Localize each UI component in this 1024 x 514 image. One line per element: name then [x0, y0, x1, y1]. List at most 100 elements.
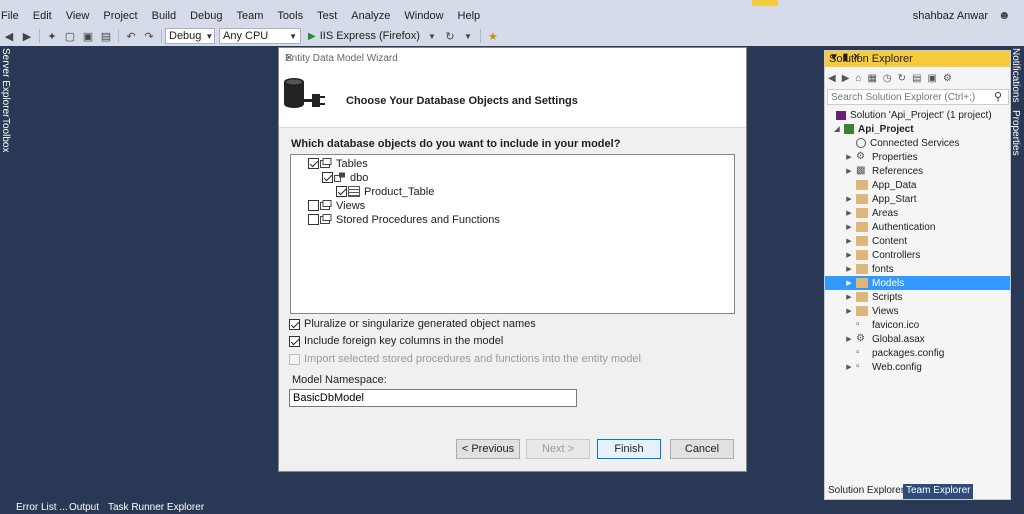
previous-button[interactable]: < Previous	[456, 439, 520, 459]
tree-item[interactable]: ▶ ▫ Web.config	[825, 360, 1010, 374]
tree-node-dbo[interactable]: dbo	[322, 171, 368, 184]
output-tab[interactable]: Output	[69, 502, 99, 513]
tree-item[interactable]: ▶ Views	[825, 304, 1010, 318]
solution-search-input[interactable]	[827, 89, 1009, 105]
redo-icon[interactable]: ↷	[140, 28, 158, 44]
collapsed-arrow-icon[interactable]: ▶	[845, 363, 853, 371]
chevron-down-icon[interactable]: ▼	[459, 28, 477, 44]
undo-icon[interactable]: ↶	[122, 28, 140, 44]
cancel-button[interactable]: Cancel	[670, 439, 734, 459]
forward-icon[interactable]: ▶	[842, 73, 850, 84]
home-icon[interactable]: ⌂	[855, 73, 861, 84]
new-project-icon[interactable]: ✦	[43, 28, 61, 44]
switch-views-icon[interactable]: ▦	[867, 73, 876, 84]
properties-icon[interactable]: ⚙	[943, 73, 952, 84]
open-folder-icon[interactable]: ▢	[61, 28, 79, 44]
collapsed-arrow-icon[interactable]: ▶	[845, 265, 853, 273]
chevron-down-icon[interactable]: ▼	[423, 28, 441, 44]
server-explorer-tab[interactable]: Server Explorer	[0, 48, 11, 117]
notifications-tab[interactable]: Notifications	[1010, 48, 1021, 102]
platform-dropdown[interactable]: Any CPU ▼	[219, 28, 301, 44]
menu-analyze[interactable]: Analyze	[344, 10, 397, 22]
team-explorer-tab[interactable]: Team Explorer	[903, 484, 974, 499]
collapsed-arrow-icon[interactable]: ▶	[845, 167, 853, 175]
tree-item[interactable]: ▶ Content	[825, 234, 1010, 248]
user-account-icon[interactable]: ☻	[998, 8, 1014, 24]
error-list-tab[interactable]: Error List ...	[16, 502, 68, 513]
properties-tab[interactable]: Properties	[1010, 110, 1021, 156]
tree-item-selected[interactable]: ▶ Models	[825, 276, 1010, 290]
foreign-key-option[interactable]: Include foreign key columns in the model	[289, 335, 503, 347]
menu-tools[interactable]: Tools	[270, 10, 310, 22]
solution-node[interactable]: Solution 'Api_Project' (1 project)	[825, 108, 1010, 122]
search-icon[interactable]: ⚲	[994, 90, 1002, 103]
collapsed-arrow-icon[interactable]: ▶	[845, 307, 853, 315]
pluralize-checkbox[interactable]	[289, 318, 300, 330]
solution-explorer-tab[interactable]: Solution Explorer	[825, 484, 908, 499]
back-icon[interactable]: ◀	[0, 28, 18, 44]
menu-window[interactable]: Window	[397, 10, 450, 22]
collapsed-arrow-icon[interactable]: ▶	[845, 153, 853, 161]
collapsed-arrow-icon[interactable]: ▶	[845, 209, 853, 217]
menu-project[interactable]: Project	[96, 10, 144, 22]
collapsed-arrow-icon[interactable]: ▶	[845, 237, 853, 245]
views-checkbox[interactable]	[308, 200, 319, 211]
save-icon[interactable]: ▣	[79, 28, 97, 44]
save-all-icon[interactable]: ▤	[97, 28, 115, 44]
collapsed-arrow-icon[interactable]: ▶	[845, 251, 853, 259]
toolbox-tab[interactable]: Toolbox	[0, 118, 11, 152]
task-runner-explorer-tab[interactable]: Task Runner Explorer	[108, 502, 204, 513]
database-objects-tree[interactable]: Tables dbo Product_Table Views Stored Pr…	[290, 154, 735, 314]
collapsed-arrow-icon[interactable]: ▶	[845, 293, 853, 301]
dbo-checkbox[interactable]	[322, 172, 333, 183]
browser-link-icon[interactable]: ★	[484, 28, 502, 44]
forward-icon[interactable]: ▶	[18, 28, 36, 44]
collapsed-arrow-icon[interactable]: ▶	[845, 223, 853, 231]
menu-test[interactable]: Test	[310, 10, 344, 22]
foreign-key-checkbox[interactable]	[289, 335, 300, 347]
tree-item[interactable]: ▶ ⚙ Global.asax	[825, 332, 1010, 346]
tree-item[interactable]: ▫ packages.config	[825, 346, 1010, 360]
show-all-files-icon[interactable]: ▣	[927, 73, 936, 84]
namespace-input[interactable]	[289, 389, 577, 407]
collapsed-arrow-icon[interactable]: ▶	[845, 279, 853, 287]
tree-item[interactable]: ▶ ⚙ Properties	[825, 150, 1010, 164]
pluralize-option[interactable]: Pluralize or singularize generated objec…	[289, 318, 536, 330]
tree-item[interactable]: ▶ Scripts	[825, 290, 1010, 304]
menu-file[interactable]: File	[0, 10, 26, 22]
collapsed-arrow-icon[interactable]: ▶	[845, 335, 853, 343]
solution-config-dropdown[interactable]: Debug ▼	[165, 28, 215, 44]
menu-help[interactable]: Help	[451, 10, 488, 22]
tree-item[interactable]: ▶ fonts	[825, 262, 1010, 276]
refresh-icon[interactable]: ↻	[898, 73, 906, 84]
tree-item[interactable]: App_Data	[825, 178, 1010, 192]
project-node[interactable]: ◢ Api_Project	[825, 122, 1010, 136]
tree-node-stored-procedures[interactable]: Stored Procedures and Functions	[308, 213, 500, 226]
window-controls-icon[interactable]: ▼▮✕	[829, 52, 1004, 63]
tree-item[interactable]: ▫ favicon.ico	[825, 318, 1010, 332]
finish-button[interactable]: Finish	[597, 439, 661, 459]
tree-node-tables[interactable]: Tables	[308, 157, 368, 170]
user-name[interactable]: shahbaz Anwar	[913, 10, 988, 22]
tables-checkbox[interactable]	[308, 158, 319, 169]
tree-item[interactable]: ▶ Areas	[825, 206, 1010, 220]
tree-item[interactable]: ▶ Controllers	[825, 248, 1010, 262]
collapse-all-icon[interactable]: ▤	[912, 73, 921, 84]
stored-procedures-checkbox[interactable]	[308, 214, 319, 225]
tree-node-product-table[interactable]: Product_Table	[336, 185, 434, 198]
close-icon[interactable]: ✕	[285, 53, 740, 64]
pending-changes-icon[interactable]: ◷	[883, 73, 892, 84]
menu-edit[interactable]: Edit	[26, 10, 59, 22]
run-button[interactable]: ▶ IIS Express (Firefox)	[305, 30, 423, 42]
tree-node-views[interactable]: Views	[308, 199, 365, 212]
collapsed-arrow-icon[interactable]: ▶	[845, 195, 853, 203]
tree-item[interactable]: Connected Services	[825, 136, 1010, 150]
tree-item[interactable]: ▶ Authentication	[825, 220, 1010, 234]
menu-debug[interactable]: Debug	[183, 10, 229, 22]
menu-view[interactable]: View	[59, 10, 97, 22]
menu-team[interactable]: Team	[230, 10, 271, 22]
product-table-checkbox[interactable]	[336, 186, 347, 197]
tree-item[interactable]: ▶ App_Start	[825, 192, 1010, 206]
tree-item[interactable]: ▶ ▩ References	[825, 164, 1010, 178]
menu-build[interactable]: Build	[145, 10, 183, 22]
